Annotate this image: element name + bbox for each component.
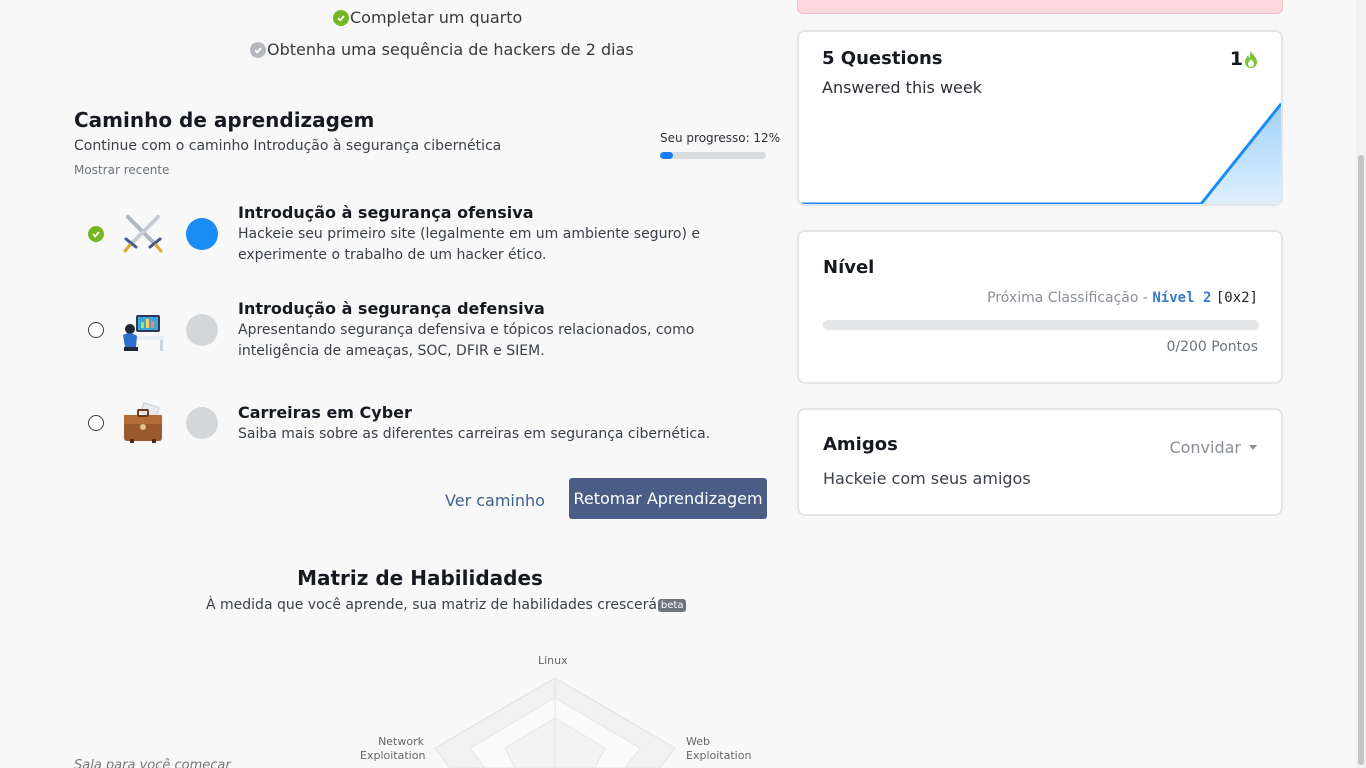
learning-path-subtitle: Continue com o caminho Introdução à segu… (74, 138, 502, 154)
radar-axis-label: Linux (538, 654, 568, 667)
view-path-button[interactable]: Ver caminho (440, 480, 550, 520)
module-title[interactable]: Carreiras em Cyber (238, 403, 412, 422)
points-label: 0/200 Pontos (1166, 339, 1258, 355)
achievement-item: Obtenha uma sequência de hackers de 2 di… (250, 40, 634, 59)
skills-matrix-subtitle-text: À medida que você aprende, sua matriz de… (206, 597, 657, 613)
learning-path-title: Caminho de aprendizagem (74, 108, 375, 132)
module-radio[interactable] (88, 415, 104, 431)
friends-title: Amigos (823, 434, 898, 455)
next-level-name: Nível 2 (1152, 290, 1212, 306)
module-status-dot (186, 218, 218, 250)
module-complete-check (88, 226, 104, 242)
module-description: Apresentando segurança defensiva e tópic… (238, 322, 695, 359)
crossed-swords-icon (123, 215, 163, 253)
level-card: Nível Próxima Classificação - Nível 2 [0… (797, 230, 1283, 384)
check-circle-icon (333, 9, 349, 26)
invite-label: Convidar (1169, 438, 1241, 457)
flame-icon (1245, 51, 1257, 68)
briefcase-icon (124, 402, 162, 443)
module-title[interactable]: Introdução à segurança defensiva (238, 299, 545, 318)
progress-bar (660, 152, 766, 159)
module-title[interactable]: Introdução à segurança ofensiva (238, 203, 534, 222)
level-progress-bar (823, 320, 1259, 330)
skills-matrix-subtitle: À medida que você aprende, sua matriz de… (206, 597, 687, 613)
level-title: Nível (823, 257, 875, 278)
radar-axis-label: Web Exploitation (686, 735, 752, 762)
radar-axis-label: Network Exploitation (360, 735, 426, 762)
check-circle-icon (250, 41, 266, 58)
achievement-label: Completar um quarto (350, 8, 523, 27)
analyst-desk-icon (123, 315, 164, 351)
next-rank: Próxima Classificação - Nível 2 [0x2] (987, 290, 1258, 306)
module-status-dot (186, 407, 218, 439)
progress-bar-fill (660, 152, 673, 159)
achievement-label: Obtenha uma sequência de hackers de 2 di… (267, 40, 634, 59)
skills-matrix-title: Matriz de Habilidades (297, 566, 543, 590)
scrollbar-thumb[interactable] (1358, 155, 1364, 765)
skills-radar-chart (433, 677, 677, 768)
friends-subtitle: Hackeie com seus amigos (823, 469, 1031, 488)
alert-banner (797, 0, 1283, 14)
resume-learning-button[interactable]: Retomar Aprendizagem (569, 478, 767, 519)
caret-down-icon (1249, 445, 1257, 450)
friends-card: Amigos Convidar Hackeie com seus amigos (797, 408, 1283, 516)
questions-count: 5 Questions (822, 48, 943, 69)
questions-sparkline (799, 102, 1281, 204)
path-module[interactable]: Introdução à segurança defensiva Apresen… (86, 296, 776, 366)
page-scrollbar[interactable] (1356, 0, 1366, 768)
beta-badge: beta (657, 598, 687, 612)
streak-count: 1 (1229, 48, 1243, 70)
module-radio[interactable] (88, 322, 104, 338)
questions-card: 5 Questions Answered this week 1 (797, 30, 1283, 206)
module-status-dot (186, 314, 218, 346)
next-rank-prefix: Próxima Classificação - (987, 290, 1153, 306)
next-level-hex: [0x2] (1215, 290, 1258, 306)
streak-counter: 1 (1230, 48, 1259, 70)
module-description: Saiba mais sobre as diferentes carreiras… (238, 426, 711, 442)
achievement-item: Completar um quarto (333, 8, 522, 27)
progress-label: Seu progresso: 12% (660, 131, 781, 145)
invite-dropdown[interactable]: Convidar (1169, 438, 1257, 457)
show-recent-link[interactable]: Mostrar recente (74, 163, 169, 177)
path-module[interactable]: Carreiras em Cyber Saiba mais sobre as d… (86, 400, 776, 470)
module-description: Hackeie seu primeiro site (legalmente em… (238, 226, 700, 263)
room-suggestion-text: Sala para você começar (74, 758, 231, 768)
path-module[interactable]: Introdução à segurança ofensiva Hackeie … (86, 200, 776, 270)
